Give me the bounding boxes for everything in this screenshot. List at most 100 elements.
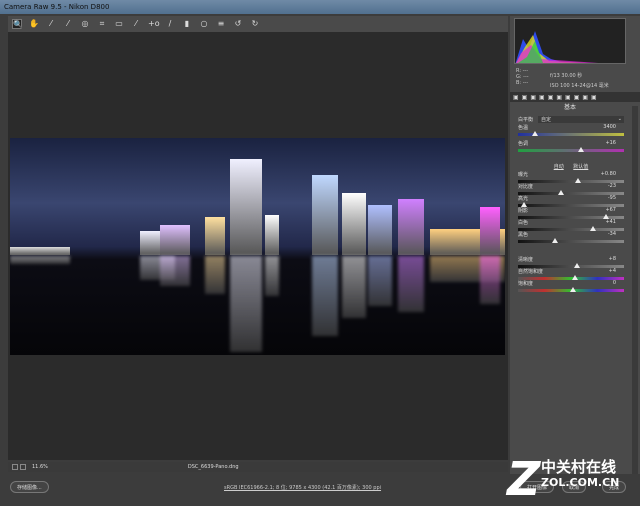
snapshots-tab-icon[interactable]: ▣ <box>591 94 597 101</box>
straighten-icon[interactable]: ▭ <box>114 19 124 29</box>
slider-2[interactable]: 曝光 +0.80 <box>518 171 624 183</box>
photo-building <box>265 215 279 255</box>
photo-building <box>342 193 366 255</box>
basic-tab-icon[interactable]: ▣ <box>513 94 519 101</box>
photo-reflection <box>398 256 424 312</box>
hsl-tab-icon[interactable]: ▣ <box>539 94 545 101</box>
brush-icon[interactable]: / <box>165 19 175 29</box>
slider-8[interactable]: 清晰度 +8 <box>518 256 624 268</box>
target-adjust-icon[interactable]: ◎ <box>80 19 90 29</box>
slider-4[interactable]: 高光 -95 <box>518 195 624 207</box>
hand-icon[interactable]: ✋ <box>29 19 39 29</box>
panel-title: 基本 <box>563 104 576 111</box>
slider-label: 阴影 <box>518 208 529 214</box>
photo-reflection <box>230 256 262 352</box>
zoom-in-icon[interactable] <box>20 464 26 470</box>
save-image-button[interactable]: 存储图像... <box>10 481 49 493</box>
white-balance-icon[interactable]: ⁄ <box>46 19 56 29</box>
slider-9[interactable]: 自然饱和度 +4 <box>518 268 624 280</box>
photo-preview <box>10 138 505 355</box>
slider-label: 对比度 <box>518 184 534 190</box>
panel-tabs: ▣ ▣ ▣ ▣ ▣ ▣ ▣ ▣ ▣ ▣ <box>510 92 640 102</box>
slider-thumb[interactable] <box>551 238 558 243</box>
photo-building <box>230 159 262 255</box>
slider-track[interactable] <box>518 240 624 243</box>
slider-value[interactable]: +8 <box>609 256 616 262</box>
auto-default-row: 自动 默认值 <box>518 163 624 170</box>
slider-value[interactable]: -95 <box>608 195 616 201</box>
photo-building <box>398 199 424 255</box>
camera-calibration-tab-icon[interactable]: ▣ <box>574 94 580 101</box>
slider-thumb[interactable] <box>577 147 584 152</box>
slider-label: 饱和度 <box>518 281 534 287</box>
slider-5[interactable]: 阴影 +67 <box>518 207 624 219</box>
rotate-right-icon[interactable]: ↻ <box>250 19 260 29</box>
tone-curve-tab-icon[interactable]: ▣ <box>522 94 528 101</box>
radial-filter-icon[interactable]: ○ <box>199 19 209 29</box>
exif-info: f/13 30.00 秒 ISO 100 14-24@14 毫米 <box>550 73 609 89</box>
lens-tab-icon[interactable]: ▣ <box>556 94 562 101</box>
photo-reflection <box>160 256 190 286</box>
slider-value[interactable]: +16 <box>605 140 616 146</box>
slider-0[interactable]: 色温 3400 <box>518 124 624 136</box>
photo-building <box>160 225 190 255</box>
slider-value[interactable]: +67 <box>605 207 616 213</box>
slider-value[interactable]: -34 <box>608 231 616 237</box>
slider-value[interactable]: 3400 <box>603 124 616 130</box>
photo-building <box>205 217 225 255</box>
slider-value[interactable]: +4 <box>609 268 616 274</box>
slider-10[interactable]: 饱和度 0 <box>518 280 624 292</box>
white-balance-row: 白平衡 自定 ⌄ <box>518 116 624 123</box>
slider-label: 白色 <box>518 220 529 226</box>
rgb-readout: R: --- G: --- B: --- <box>516 68 529 86</box>
slider-3[interactable]: 对比度 -23 <box>518 183 624 195</box>
slider-thumb[interactable] <box>569 287 576 292</box>
histogram <box>514 18 626 64</box>
status-bar: 11.6% DSC_6639-Pano.dng <box>8 462 508 472</box>
photo-reflection <box>312 256 338 336</box>
detail-tab-icon[interactable]: ▣ <box>530 94 536 101</box>
slider-value[interactable]: +41 <box>605 219 616 225</box>
slider-label: 色温 <box>518 125 529 131</box>
slider-value[interactable]: 0 <box>613 280 616 286</box>
slider-label: 曝光 <box>518 172 529 178</box>
photo-building <box>480 207 500 255</box>
right-panel: R: --- G: --- B: --- f/13 30.00 秒 ISO 100 1… <box>510 16 640 476</box>
spot-removal-icon[interactable]: ⁄ <box>131 19 141 29</box>
color-sampler-icon[interactable]: ⁄ <box>63 19 73 29</box>
graduated-filter-icon[interactable]: ▮ <box>182 19 192 29</box>
zoom-level[interactable]: 11.6% <box>32 464 48 470</box>
slider-7[interactable]: 黑色 -34 <box>518 231 624 243</box>
panel-scrollbar[interactable] <box>632 106 638 476</box>
split-toning-tab-icon[interactable]: ▣ <box>548 94 554 101</box>
photo-reflection <box>480 256 500 304</box>
presets-icon[interactable]: ≡ <box>216 19 226 29</box>
zoom-icon[interactable]: 🔍 <box>12 19 23 29</box>
slider-track[interactable] <box>518 149 624 152</box>
slider-1[interactable]: 色调 +16 <box>518 140 624 152</box>
workflow-options-link[interactable]: sRGB IEC61966-2.1; 8 位; 9785 x 4300 (42.… <box>224 484 381 491</box>
photo-reflection <box>10 256 70 264</box>
slider-label: 自然饱和度 <box>518 269 544 275</box>
photo-building <box>368 205 392 255</box>
slider-value[interactable]: -23 <box>608 183 616 189</box>
crop-icon[interactable]: ⌗ <box>97 19 107 29</box>
photo-reflection <box>342 256 366 318</box>
presets-tab-icon[interactable]: ▣ <box>582 94 588 101</box>
fx-tab-icon[interactable]: ▣ <box>565 94 571 101</box>
slider-label: 黑色 <box>518 232 529 238</box>
auto-button[interactable]: 自动 <box>554 164 564 170</box>
window-title: Camera Raw 9.5 - Nikon D800 <box>4 3 110 11</box>
slider-6[interactable]: 白色 +41 <box>518 219 624 231</box>
chevron-down-icon: ⌄ <box>617 116 622 122</box>
filename: DSC_6639-Pano.dng <box>187 464 239 470</box>
red-eye-icon[interactable]: +o <box>148 19 160 29</box>
slider-value[interactable]: +0.80 <box>601 171 616 177</box>
slider-thumb[interactable] <box>532 131 539 136</box>
photo-reflection <box>368 256 392 306</box>
default-button[interactable]: 默认值 <box>573 164 588 170</box>
toolbar: 🔍 ✋ ⁄ ⁄ ◎ ⌗ ▭ ⁄ +o / ▮ ○ ≡ ↺ ↻ <box>8 16 508 32</box>
white-balance-select[interactable]: 自定 ⌄ <box>538 116 624 123</box>
zoom-out-icon[interactable] <box>12 464 18 470</box>
rotate-left-icon[interactable]: ↺ <box>233 19 243 29</box>
